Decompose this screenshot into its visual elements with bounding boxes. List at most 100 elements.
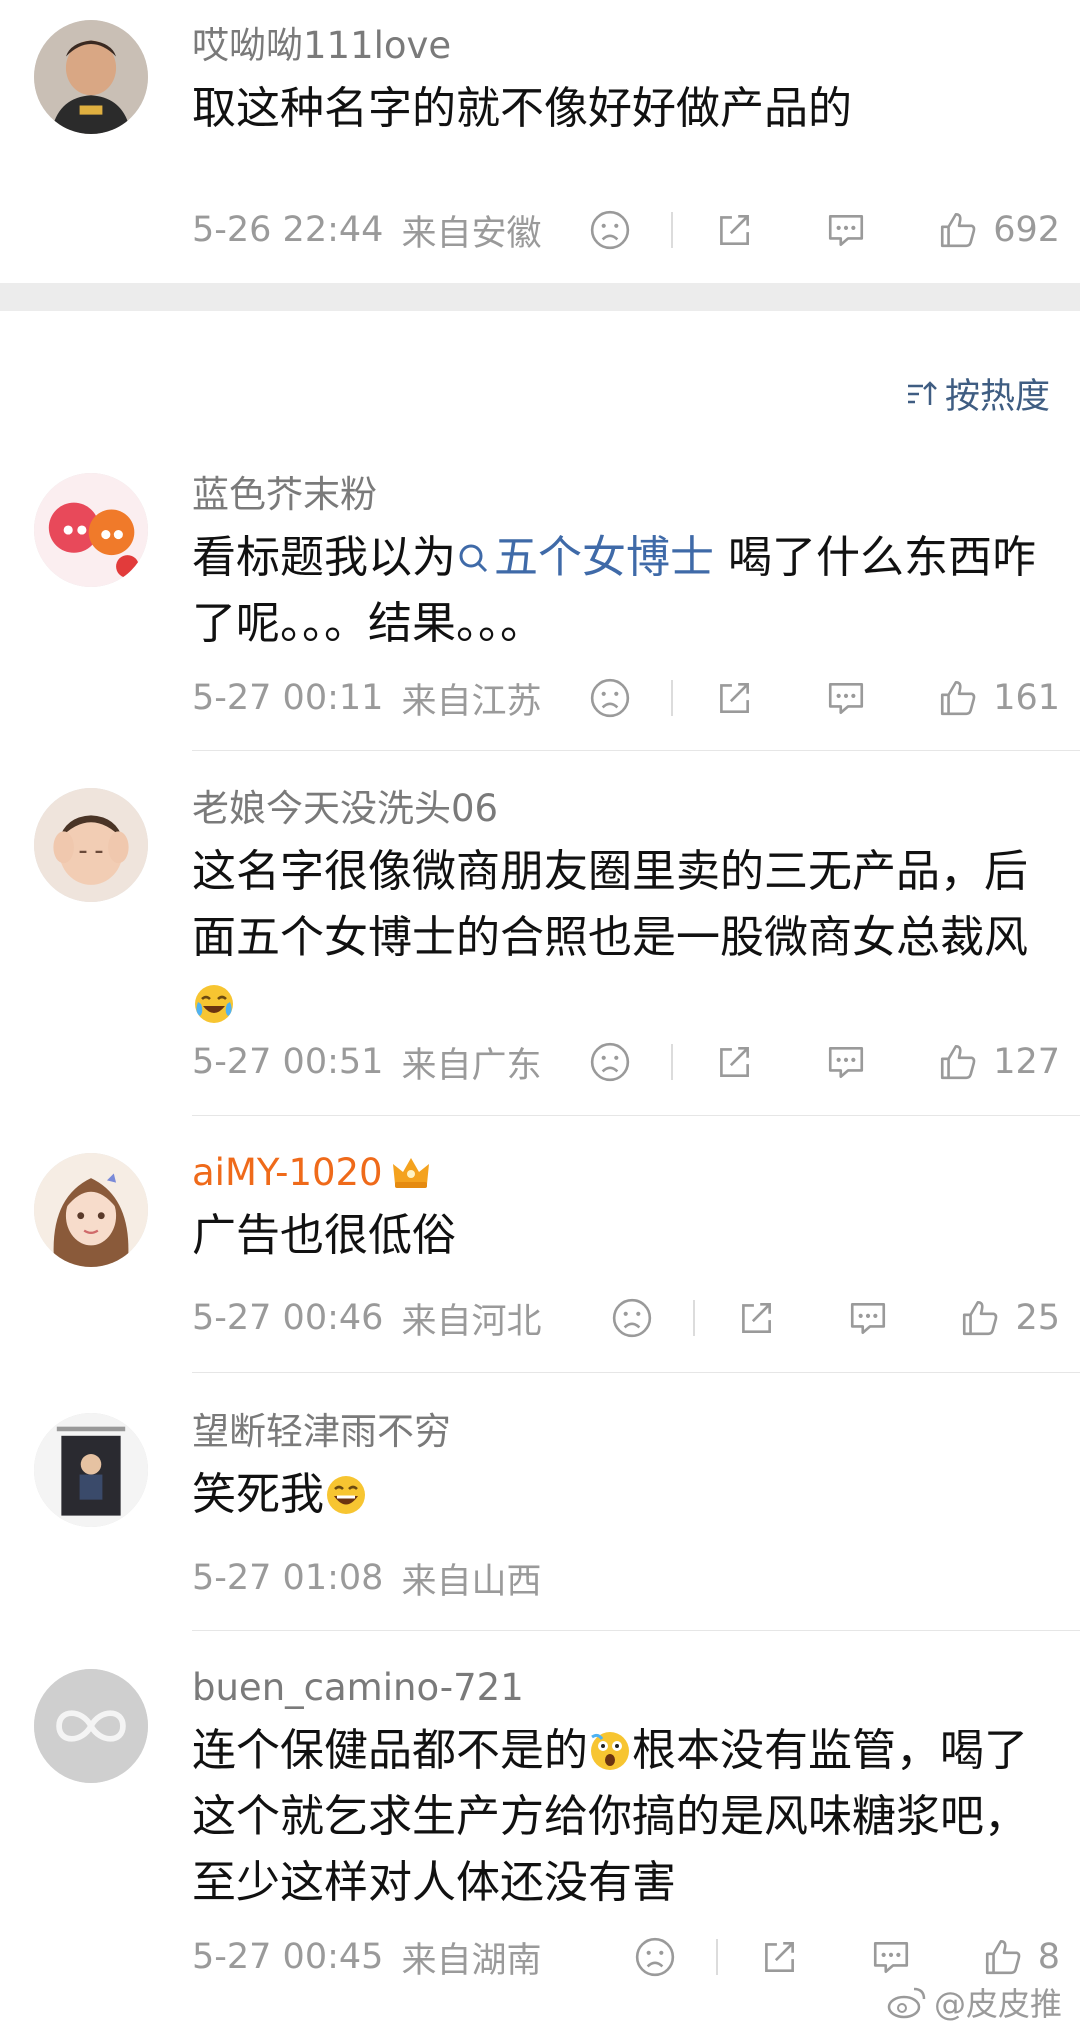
timestamp: 5-26 22:44 — [192, 210, 384, 250]
dislike-button[interactable] — [589, 209, 631, 251]
comment-meta: 5-26 22:44 来自安徽 692 — [192, 200, 1060, 260]
comment-text: 看标题我以为 五个女博士 喝了什么东西咋了呢。。。结果。。。 — [192, 525, 1056, 657]
sort-icon — [907, 380, 937, 405]
like-button[interactable]: 25 — [959, 1297, 1060, 1339]
avatar[interactable] — [34, 1669, 148, 1783]
thumbs-up-icon — [941, 1044, 976, 1080]
thumbs-up-icon — [985, 1939, 1021, 1975]
share-button[interactable] — [713, 209, 755, 251]
timestamp: 5-27 00:51 — [192, 1042, 384, 1082]
timestamp: 5-27 00:11 — [192, 678, 384, 718]
topic-label: 五个女博士 — [494, 532, 714, 583]
share-button[interactable] — [758, 1936, 800, 1978]
location: 来自山西 — [401, 1561, 542, 1602]
like-count: 127 — [993, 1042, 1060, 1082]
avatar[interactable] — [34, 20, 148, 134]
username[interactable]: 哎呦呦111love — [192, 24, 1056, 68]
dislike-button[interactable] — [611, 1297, 653, 1339]
action-divider — [693, 1300, 696, 1336]
scared-emoji — [591, 1732, 629, 1770]
comment-text-part: 这名字很像微商朋友圈里卖的三无产品，后面五个女博士的合照也是一股微商女总裁风 — [192, 846, 1028, 963]
frown-face-icon — [591, 678, 630, 718]
comment-divider — [192, 750, 1080, 751]
comment-icon — [829, 1047, 864, 1079]
avatar[interactable] — [34, 1413, 148, 1527]
crown-badge-icon — [392, 1158, 429, 1188]
location: 来自安徽 — [401, 213, 542, 254]
like-count: 25 — [1015, 1298, 1060, 1338]
comment-divider — [192, 1372, 1080, 1373]
username[interactable]: 望断轻津雨不穷 — [192, 1410, 1056, 1454]
like-count: 8 — [1037, 1937, 1060, 1977]
comment-icon — [829, 683, 864, 715]
comment-text: 笑死我 — [192, 1462, 1056, 1528]
like-button[interactable]: 127 — [937, 1041, 1060, 1083]
share-button[interactable] — [713, 677, 755, 719]
watermark-text: @皮皮推 — [933, 1985, 1062, 2023]
like-button[interactable]: 161 — [937, 677, 1060, 719]
frown-face-icon — [635, 1937, 674, 1977]
comment-text: 广告也很低俗 — [192, 1210, 456, 1261]
comment-divider — [192, 1115, 1080, 1116]
action-divider — [671, 212, 674, 248]
frown-face-icon — [591, 210, 630, 250]
comment-text-part: 笑死我 — [192, 1469, 324, 1520]
thumbs-up-icon — [941, 212, 976, 248]
frown-face-icon — [591, 1042, 630, 1082]
timestamp: 5-27 00:46 — [192, 1298, 384, 1338]
topic-link[interactable]: 五个女博士 — [456, 532, 714, 583]
action-divider — [671, 680, 674, 716]
share-button[interactable] — [713, 1041, 755, 1083]
share-icon — [720, 1047, 750, 1077]
comment-text: 这名字很像微商朋友圈里卖的三无产品，后面五个女博士的合照也是一股微商女总裁风 — [192, 839, 1056, 1037]
share-icon — [720, 683, 750, 713]
search-icon — [459, 544, 488, 573]
comment-text: 取这种名字的就不像好好做产品的 — [192, 83, 852, 134]
share-icon — [764, 1942, 794, 1972]
like-count: 161 — [993, 678, 1060, 718]
frown-face-icon — [613, 1298, 652, 1338]
comment-text-part: 看标题我以为 — [192, 532, 456, 583]
dislike-button[interactable] — [589, 1041, 631, 1083]
like-count: 692 — [993, 210, 1060, 250]
share-button[interactable] — [735, 1297, 777, 1339]
timestamp: 5-27 00:45 — [192, 1937, 384, 1977]
avatar[interactable] — [34, 473, 148, 587]
reply-button[interactable] — [825, 209, 867, 251]
section-separator — [0, 283, 1080, 311]
avatar[interactable] — [34, 788, 148, 902]
reply-button[interactable] — [847, 1297, 889, 1339]
comment-text-part: 连个保健品都不是的 — [192, 1725, 588, 1776]
reply-button[interactable] — [825, 1041, 867, 1083]
username[interactable]: aiMY-1020 — [192, 1151, 1056, 1195]
action-divider — [671, 1044, 674, 1080]
sort-by-hot-button[interactable]: 按热度 — [905, 368, 1050, 419]
timestamp: 5-27 01:08 — [192, 1558, 384, 1598]
like-button[interactable]: 8 — [982, 1936, 1060, 1978]
reply-button[interactable] — [825, 677, 867, 719]
avatar[interactable] — [34, 1153, 148, 1267]
comment-meta: 5-27 00:11 来自江苏 161 — [192, 668, 1060, 728]
username[interactable]: 蓝色芥末粉 — [192, 473, 1056, 517]
dislike-button[interactable] — [634, 1936, 676, 1978]
dislike-button[interactable] — [589, 677, 631, 719]
grinning-emoji — [327, 1476, 365, 1514]
action-divider — [715, 1939, 718, 1975]
thumbs-up-icon — [941, 680, 976, 716]
username[interactable]: buen_camino-721 — [192, 1666, 1056, 1710]
watermark: @皮皮推 — [886, 1979, 1062, 2025]
comment-meta: 5-27 00:51 来自广东 127 — [192, 1032, 1060, 1092]
username-text: aiMY-1020 — [192, 1151, 383, 1194]
location: 来自河北 — [401, 1301, 542, 1342]
reply-button[interactable] — [870, 1936, 912, 1978]
share-icon — [720, 215, 750, 245]
sort-label: 按热度 — [944, 377, 1050, 417]
location: 来自江苏 — [401, 681, 542, 722]
like-button[interactable]: 692 — [937, 209, 1060, 251]
username[interactable]: 老娘今天没洗头06 — [192, 787, 1056, 831]
comment-icon — [873, 1942, 908, 1974]
comment-meta: 5-27 00:45 来自湖南 8 — [192, 1927, 1060, 1987]
thumbs-up-icon — [963, 1300, 998, 1336]
laughing-crying-emoji — [195, 985, 233, 1023]
weibo-logo-icon — [887, 1987, 926, 2019]
